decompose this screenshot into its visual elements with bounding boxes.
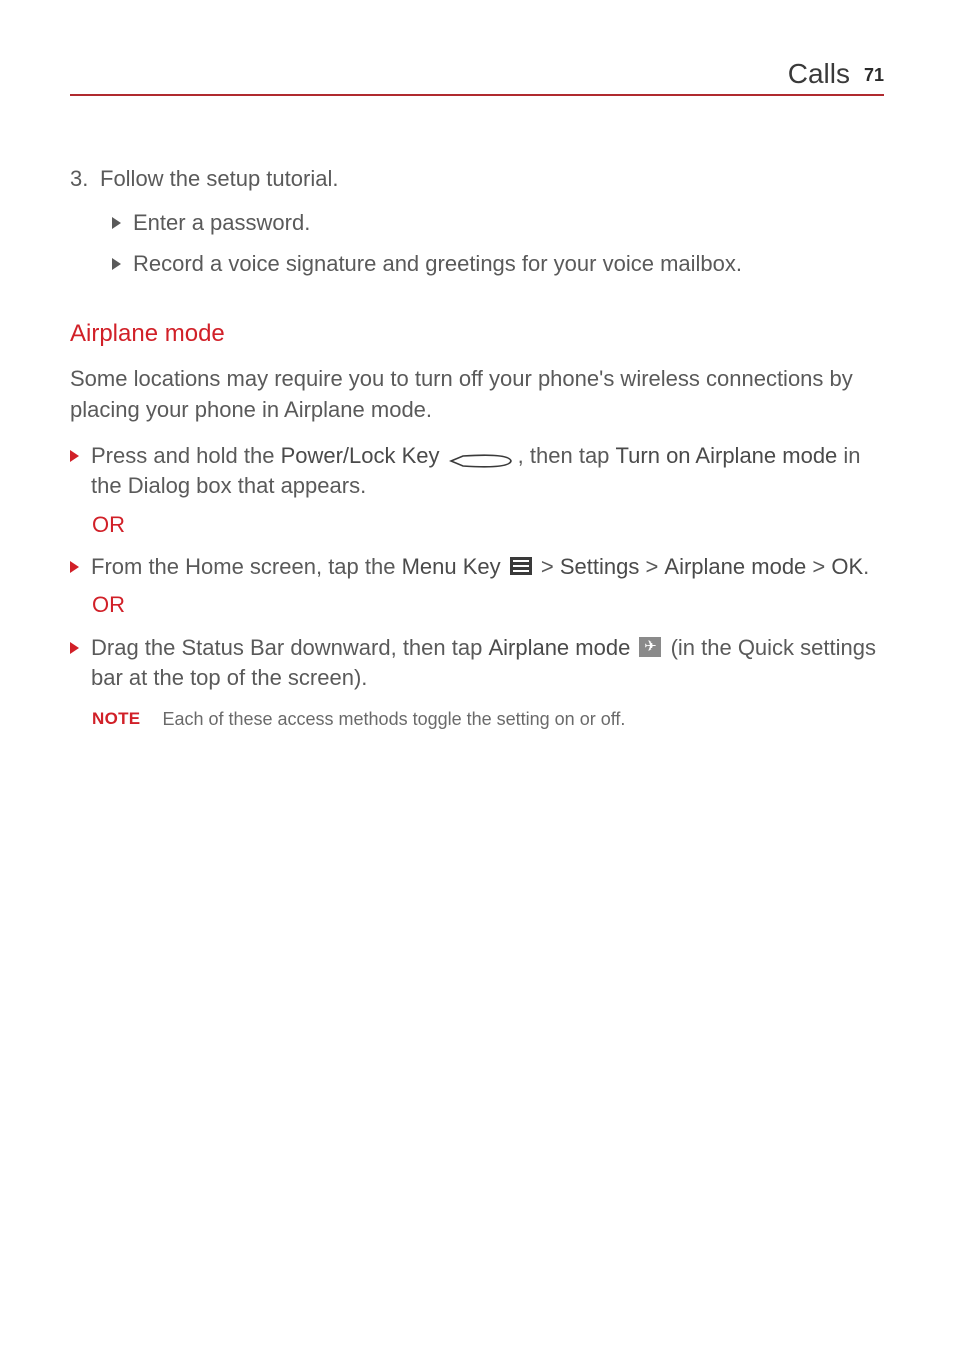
or-separator: OR: [92, 590, 884, 620]
airplane-method-1: Press and hold the Power/Lock Key , then…: [70, 441, 884, 502]
page-body: 3. Follow the setup tutorial. Enter a pa…: [70, 164, 884, 732]
triangle-bullet-icon: [70, 642, 79, 654]
manual-page: Calls 71 3. Follow the setup tutorial. E…: [0, 0, 954, 1372]
step-3: 3. Follow the setup tutorial.: [70, 164, 884, 194]
power-lock-key-icon: [449, 447, 515, 463]
turn-on-airplane-label: Turn on Airplane mode: [616, 443, 838, 468]
settings-label: Settings: [560, 554, 640, 579]
section-title: Calls: [788, 58, 850, 90]
note-label: NOTE: [92, 707, 140, 732]
triangle-bullet-icon: [70, 450, 79, 462]
note: NOTE Each of these access methods toggle…: [92, 707, 884, 732]
sub-text: Enter a password.: [133, 208, 310, 238]
airplane-method-2: From the Home screen, tap the Menu Key >…: [70, 552, 884, 582]
menu-key-label: Menu Key: [402, 554, 501, 579]
breadcrumb-sep: >: [806, 554, 831, 579]
note-text: Each of these access methods toggle the …: [162, 707, 625, 732]
page-header: Calls 71: [70, 58, 884, 96]
method-text: Drag the Status Bar downward, then tap A…: [91, 633, 884, 694]
text-fragment: , then tap: [518, 443, 616, 468]
breadcrumb-sep: >: [639, 554, 664, 579]
text-fragment: .: [863, 554, 869, 579]
sub-text: Record a voice signature and greetings f…: [133, 249, 742, 279]
airplane-intro: Some locations may require you to turn o…: [70, 364, 884, 425]
step-number: 3.: [70, 164, 92, 194]
step-3-sub-2: Record a voice signature and greetings f…: [112, 249, 884, 279]
text-fragment: From the Home screen, tap the: [91, 554, 402, 579]
method-text: Press and hold the Power/Lock Key , then…: [91, 441, 884, 502]
power-lock-key-label: Power/Lock Key: [281, 443, 440, 468]
step-3-sub-1: Enter a password.: [112, 208, 884, 238]
menu-key-icon: [510, 557, 532, 575]
airplane-mode-label: Airplane mode: [664, 554, 806, 579]
airplane-mode-heading: Airplane mode: [70, 317, 884, 350]
text-fragment: Drag the Status Bar downward, then tap: [91, 635, 488, 660]
breadcrumb-sep: >: [535, 554, 560, 579]
triangle-bullet-icon: [70, 561, 79, 573]
airplane-mode-icon: ✈: [639, 637, 661, 657]
or-separator: OR: [92, 510, 884, 540]
text-fragment: Press and hold the: [91, 443, 281, 468]
airplane-mode-label: Airplane mode: [488, 635, 630, 660]
page-number: 71: [864, 65, 884, 86]
triangle-bullet-icon: [112, 217, 121, 229]
step-text: Follow the setup tutorial.: [100, 164, 338, 194]
ok-label: OK: [831, 554, 863, 579]
triangle-bullet-icon: [112, 258, 121, 270]
airplane-method-3: Drag the Status Bar downward, then tap A…: [70, 633, 884, 694]
method-text: From the Home screen, tap the Menu Key >…: [91, 552, 884, 582]
